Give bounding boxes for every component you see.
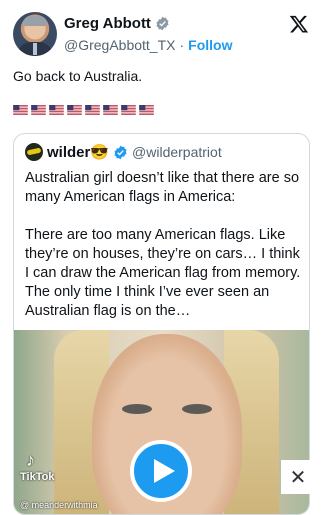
- us-flag-icon: [31, 105, 46, 115]
- us-flag-icon: [67, 105, 82, 115]
- play-button[interactable]: [130, 440, 192, 502]
- us-flag-icon: [103, 105, 118, 115]
- us-flag-icon: [85, 105, 100, 115]
- quoted-tweet-card[interactable]: wilder😎 @wilderpatriot Australian girl d…: [13, 133, 310, 515]
- quote-avatar[interactable]: [25, 143, 43, 161]
- video-player[interactable]: ♪ TikTok @ meanderwithmia: [14, 330, 309, 514]
- author-handle-row: @GregAbbott_TX · Follow: [64, 37, 233, 53]
- close-button[interactable]: ✕: [281, 460, 315, 494]
- verified-badge-icon: [114, 145, 127, 159]
- author-display-name[interactable]: Greg Abbott: [64, 15, 151, 32]
- us-flag-icon: [49, 105, 64, 115]
- tweet-header: Greg Abbott @GregAbbott_TX · Follow: [0, 0, 323, 64]
- quote-display-name[interactable]: wilder😎: [47, 143, 109, 161]
- author-handle[interactable]: @GregAbbott_TX: [64, 37, 176, 53]
- quote-paragraph: Australian girl doesn’t like that there …: [25, 170, 300, 205]
- us-flag-icon: [121, 105, 136, 115]
- tiktok-label: TikTok: [20, 471, 55, 483]
- us-flag-icon: [139, 105, 154, 115]
- quote-handle[interactable]: @wilderpatriot: [132, 144, 222, 160]
- follow-button[interactable]: Follow: [188, 37, 232, 53]
- play-icon: [154, 459, 175, 483]
- tiktok-watermark: ♪ TikTok: [20, 450, 54, 483]
- author-avatar[interactable]: [13, 12, 57, 56]
- quote-paragraph: There are too many American flags. Like …: [25, 227, 301, 319]
- tiktok-username: @ meanderwithmia: [20, 500, 98, 510]
- flag-emoji-row: [13, 105, 154, 115]
- tiktok-icon: ♪: [26, 450, 35, 470]
- tweet-text: Go back to Australia.: [13, 68, 143, 84]
- author-name-row: Greg Abbott: [64, 15, 170, 32]
- quote-header: wilder😎 @wilderpatriot: [25, 143, 222, 161]
- verified-badge-icon: [156, 16, 169, 31]
- quote-text: Australian girl doesn’t like that there …: [25, 169, 303, 340]
- us-flag-icon: [13, 105, 28, 115]
- x-logo-icon[interactable]: [289, 14, 309, 34]
- separator-dot: ·: [179, 37, 185, 53]
